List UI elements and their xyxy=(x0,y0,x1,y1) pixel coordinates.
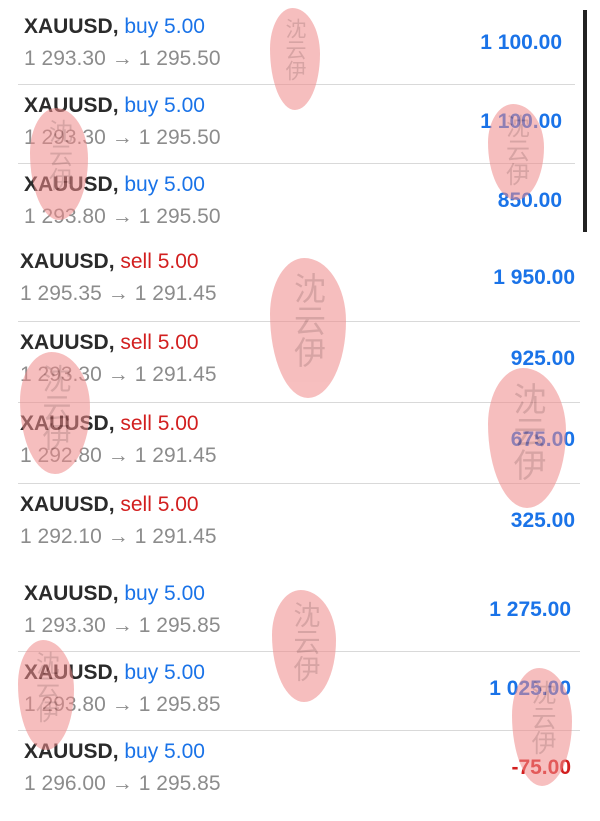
close-price: 1 295.85 xyxy=(138,772,221,795)
open-price: 1 292.80 xyxy=(20,444,102,467)
trade-row[interactable]: XAUUSD, sell 5.00 1 292.80 → 1 291.45 675.00 xyxy=(0,402,600,483)
trade-row[interactable]: XAUUSD, buy 5.00 1 293.30 → 1 295.50 1 100.0… xyxy=(0,5,600,84)
trade-symbol: XAUUSD, buy 5.00 xyxy=(24,173,205,196)
trade-prices: 1 293.30 → 1 291.45 xyxy=(20,363,217,387)
trade-row[interactable]: XAUUSD, buy 5.00 1 293.80 → 1 295.50 850.00 xyxy=(0,163,600,242)
arrow-icon: → xyxy=(111,693,133,716)
trade-symbol: XAUUSD, buy 5.00 xyxy=(24,661,205,684)
open-price: 1 293.30 xyxy=(24,47,106,70)
trade-profit: 850.00 xyxy=(497,189,562,212)
trade-type: sell 5.00 xyxy=(120,250,199,273)
trade-symbol: XAUUSD, sell 5.00 xyxy=(20,493,199,516)
open-price: 1 296.00 xyxy=(24,772,106,795)
symbol-name: XAUUSD xyxy=(24,15,113,38)
trade-profit: -75.00 xyxy=(511,756,571,779)
trade-type: buy 5.00 xyxy=(124,173,205,196)
trade-symbol: XAUUSD, buy 5.00 xyxy=(24,15,205,38)
trade-row[interactable]: XAUUSD, buy 5.00 1 293.30 → 1 295.50 1 100.0… xyxy=(0,84,600,163)
close-price: 1 295.85 xyxy=(138,693,221,716)
trade-row[interactable]: XAUUSD, buy 5.00 1 293.30 → 1 295.85 1 275.0… xyxy=(0,572,600,651)
trade-type: buy 5.00 xyxy=(124,15,205,38)
trade-type: buy 5.00 xyxy=(124,94,205,117)
symbol-name: XAUUSD xyxy=(20,412,109,435)
symbol-name: XAUUSD xyxy=(24,582,113,605)
arrow-icon: → xyxy=(111,772,133,795)
trade-prices: 1 293.30 → 1 295.85 xyxy=(24,614,221,638)
trade-profit: 925.00 xyxy=(510,347,575,370)
symbol-name: XAUUSD xyxy=(24,94,113,117)
open-price: 1 292.10 xyxy=(20,525,102,548)
trade-type: sell 5.00 xyxy=(120,493,199,516)
trade-row[interactable]: XAUUSD, sell 5.00 1 295.35 → 1 291.45 1 950.… xyxy=(0,240,600,321)
arrow-icon: → xyxy=(107,444,129,467)
trade-prices: 1 293.80 → 1 295.85 xyxy=(24,693,221,717)
arrow-icon: → xyxy=(111,126,133,149)
trade-type: sell 5.00 xyxy=(120,412,199,435)
arrow-icon: → xyxy=(111,47,133,70)
open-price: 1 293.80 xyxy=(24,205,106,228)
arrow-icon: → xyxy=(111,614,133,637)
open-price: 1 293.30 xyxy=(24,126,106,149)
trade-row[interactable]: XAUUSD, sell 5.00 1 292.10 → 1 291.45 325.00 xyxy=(0,483,600,564)
close-price: 1 291.45 xyxy=(134,363,217,386)
close-price: 1 295.85 xyxy=(138,614,221,637)
trade-prices: 1 296.00 → 1 295.85 xyxy=(24,772,221,796)
trade-type: buy 5.00 xyxy=(124,661,205,684)
trade-symbol: XAUUSD, sell 5.00 xyxy=(20,412,199,435)
arrow-icon: → xyxy=(107,363,129,386)
open-price: 1 293.30 xyxy=(24,614,106,637)
open-price: 1 293.80 xyxy=(24,693,106,716)
close-price: 1 295.50 xyxy=(138,126,221,149)
trade-prices: 1 293.30 → 1 295.50 xyxy=(24,126,221,150)
trade-prices: 1 292.10 → 1 291.45 xyxy=(20,525,217,549)
trade-profit: 1 950.00 xyxy=(493,266,575,289)
trade-profit: 1 025.00 xyxy=(489,677,571,700)
close-price: 1 291.45 xyxy=(134,525,217,548)
symbol-name: XAUUSD xyxy=(24,740,113,763)
trade-prices: 1 295.35 → 1 291.45 xyxy=(20,282,217,306)
symbol-name: XAUUSD xyxy=(20,331,109,354)
trade-type: buy 5.00 xyxy=(124,740,205,763)
trade-row[interactable]: XAUUSD, sell 5.00 1 293.30 → 1 291.45 925.00 xyxy=(0,321,600,402)
trade-type: buy 5.00 xyxy=(124,582,205,605)
open-price: 1 295.35 xyxy=(20,282,102,305)
arrow-icon: → xyxy=(111,205,133,228)
open-price: 1 293.30 xyxy=(20,363,102,386)
symbol-name: XAUUSD xyxy=(20,250,109,273)
arrow-icon: → xyxy=(107,525,129,548)
trade-type: sell 5.00 xyxy=(120,331,199,354)
trade-profit: 1 275.00 xyxy=(489,598,571,621)
arrow-icon: → xyxy=(107,282,129,305)
close-price: 1 295.50 xyxy=(138,205,221,228)
trade-profit: 1 100.00 xyxy=(480,31,562,54)
trade-symbol: XAUUSD, sell 5.00 xyxy=(20,250,199,273)
symbol-name: XAUUSD xyxy=(24,173,113,196)
trade-profit: 1 100.00 xyxy=(480,110,562,133)
trade-group: XAUUSD, sell 5.00 1 295.35 → 1 291.45 1 950.… xyxy=(0,240,600,564)
trade-row[interactable]: XAUUSD, buy 5.00 1 296.00 → 1 295.85 -75.00 xyxy=(0,730,600,809)
trade-row[interactable]: XAUUSD, buy 5.00 1 293.80 → 1 295.85 1 025.0… xyxy=(0,651,600,730)
trade-symbol: XAUUSD, buy 5.00 xyxy=(24,582,205,605)
trade-symbol: XAUUSD, buy 5.00 xyxy=(24,94,205,117)
trade-symbol: XAUUSD, buy 5.00 xyxy=(24,740,205,763)
close-price: 1 291.45 xyxy=(134,444,217,467)
trade-group: XAUUSD, buy 5.00 1 293.30 → 1 295.50 1 100.0… xyxy=(0,5,600,242)
symbol-name: XAUUSD xyxy=(20,493,109,516)
trade-group: XAUUSD, buy 5.00 1 293.30 → 1 295.85 1 275.0… xyxy=(0,572,600,809)
trade-symbol: XAUUSD, sell 5.00 xyxy=(20,331,199,354)
close-price: 1 295.50 xyxy=(138,47,221,70)
trade-prices: 1 293.30 → 1 295.50 xyxy=(24,47,221,71)
trade-prices: 1 293.80 → 1 295.50 xyxy=(24,205,221,229)
symbol-name: XAUUSD xyxy=(24,661,113,684)
close-price: 1 291.45 xyxy=(134,282,217,305)
trade-profit: 325.00 xyxy=(510,509,575,532)
scrollbar[interactable] xyxy=(583,10,587,232)
trade-prices: 1 292.80 → 1 291.45 xyxy=(20,444,217,468)
trade-profit: 675.00 xyxy=(510,428,575,451)
